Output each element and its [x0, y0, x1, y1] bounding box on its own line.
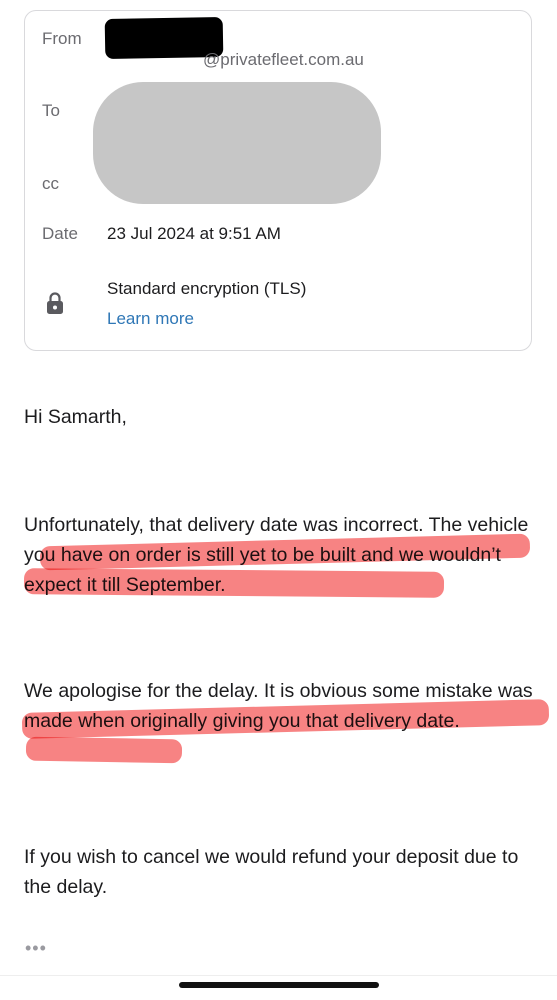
greeting: Hi Samarth,	[24, 406, 127, 428]
body-paragraph-1: Unfortunately, that delivery date was in…	[24, 514, 529, 596]
encryption-status: Standard encryption (TLS)	[107, 279, 307, 298]
from-address-domain[interactable]: @privatefleet.com.au	[203, 50, 364, 70]
body-paragraph-2: We apologise for the delay. It is obviou…	[24, 680, 533, 732]
learn-more-link[interactable]: Learn more	[107, 309, 194, 329]
to-label: To	[42, 101, 60, 120]
show-trimmed-content-button[interactable]: •••	[25, 938, 47, 959]
cc-label: cc	[42, 174, 59, 193]
from-label: From	[42, 29, 82, 48]
body-paragraph-3: If you wish to cancel we would refund yo…	[24, 846, 519, 898]
email-header-card: From @privatefleet.com.au To cc Date 23 …	[24, 10, 532, 351]
lock-icon	[47, 292, 63, 314]
divider	[0, 975, 557, 976]
date-label: Date	[42, 224, 78, 243]
home-indicator[interactable]	[179, 982, 379, 988]
highlight-stroke	[25, 736, 183, 764]
date-value: 23 Jul 2024 at 9:51 AM	[107, 224, 281, 243]
recipients-redaction	[93, 82, 381, 204]
